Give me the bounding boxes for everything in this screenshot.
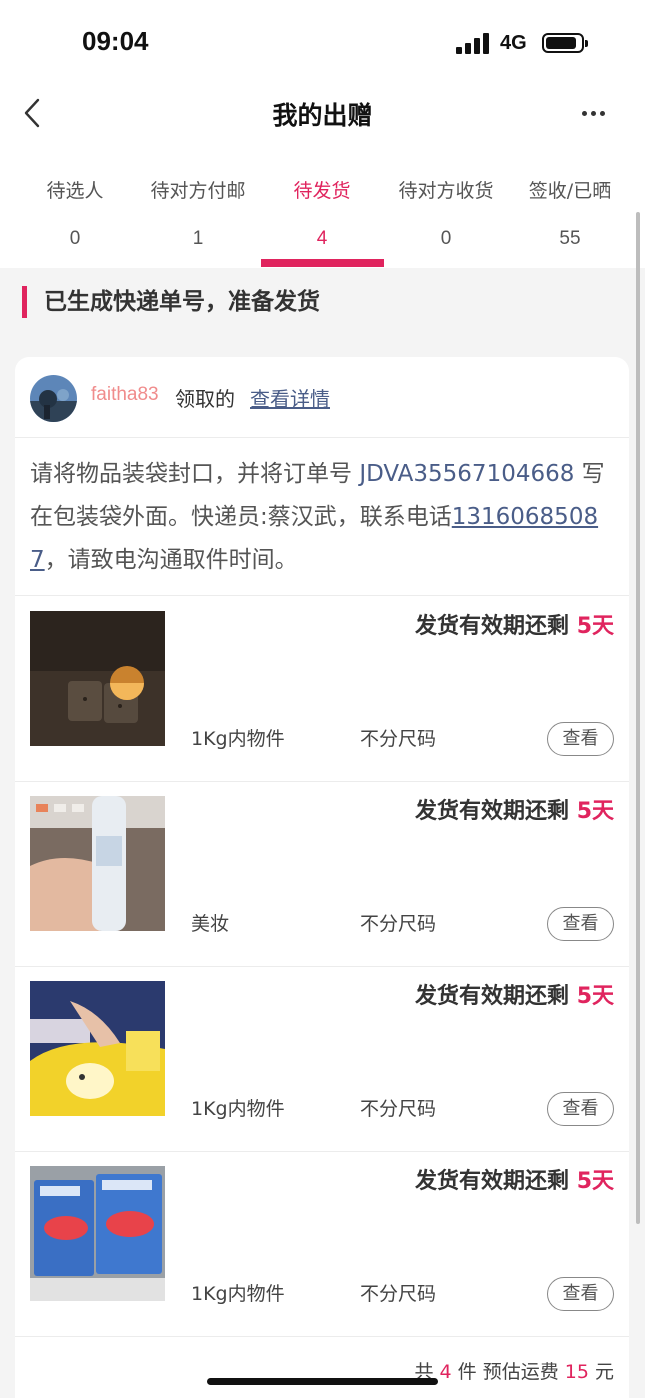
- page-title: 我的出赠: [272, 101, 373, 130]
- list-item: 发货有效期还剩 5天 1Kg内物件 不分尺码 查看: [15, 1151, 629, 1337]
- list-item: 发货有效期还剩 5天 1Kg内物件 不分尺码 查看: [15, 596, 629, 782]
- view-button[interactable]: 查看: [547, 1277, 614, 1311]
- shipping-deadline: 发货有效期还剩 5天: [415, 1169, 614, 1194]
- list-item: 发货有效期还剩 5天 美妆 不分尺码 查看: [15, 781, 629, 967]
- item-thumbnail[interactable]: [30, 981, 165, 1116]
- tab-pending-postage[interactable]: 待对方付邮 1: [138, 178, 258, 252]
- item-size: 不分尺码: [360, 1283, 437, 1305]
- active-tab-indicator: [261, 259, 384, 267]
- view-button[interactable]: 查看: [547, 1092, 614, 1126]
- shipping-deadline: 发货有效期还剩 5天: [415, 614, 614, 639]
- claimer-username[interactable]: faitha83: [91, 384, 159, 406]
- view-button[interactable]: 查看: [547, 722, 614, 756]
- item-category: 1Kg内物件: [191, 728, 285, 750]
- tab-pending-shipment[interactable]: 待发货 4: [272, 178, 372, 252]
- scrollbar[interactable]: [636, 212, 640, 1224]
- item-size: 不分尺码: [360, 1098, 437, 1120]
- notice-suffix: ，请致电沟通取件时间。: [44, 547, 298, 573]
- deadline-days: 5天: [576, 799, 614, 824]
- tab-pending-receipt[interactable]: 待对方收货 0: [385, 178, 507, 252]
- tab-label: 待发货: [293, 180, 351, 202]
- item-count: 4: [439, 1361, 452, 1383]
- order-card: faitha83 领取的 查看详情 请将物品装袋封口，并将订单号 JDVA355…: [15, 357, 629, 1398]
- shipping-fee: 15: [564, 1361, 589, 1383]
- item-category: 1Kg内物件: [191, 1098, 285, 1120]
- list-item: 发货有效期还剩 5天 1Kg内物件 不分尺码 查看: [15, 966, 629, 1152]
- view-details-link[interactable]: 查看详情: [250, 383, 330, 412]
- tab-count: 1: [192, 228, 204, 249]
- item-size: 不分尺码: [360, 913, 437, 935]
- item-thumbnail[interactable]: [30, 1166, 165, 1301]
- claimer-row: faitha83 领取的 查看详情: [15, 357, 629, 438]
- section-title: 已生成快递单号，准备发货: [44, 289, 320, 315]
- battery-icon: [542, 33, 588, 53]
- shipping-deadline: 发货有效期还剩 5天: [415, 984, 614, 1009]
- shipping-instructions: 请将物品装袋封口，并将订单号 JDVA35567104668 写在包装袋外面。快…: [30, 453, 620, 582]
- section-accent-bar: [22, 286, 27, 318]
- item-thumbnail[interactable]: [30, 796, 165, 931]
- tab-signed-shared[interactable]: 签收/已晒 55: [518, 178, 622, 252]
- home-indicator[interactable]: [207, 1378, 438, 1385]
- status-time: 09:04: [82, 26, 149, 56]
- avatar[interactable]: [30, 375, 77, 422]
- tab-label: 待选人: [46, 180, 104, 202]
- tab-pending-select[interactable]: 待选人 0: [25, 178, 125, 252]
- view-button[interactable]: 查看: [547, 907, 614, 941]
- network-type: 4G: [500, 32, 527, 54]
- item-category: 1Kg内物件: [191, 1283, 285, 1305]
- tab-count: 55: [559, 228, 581, 249]
- shipping-deadline: 发货有效期还剩 5天: [415, 799, 614, 824]
- tab-label: 待对方收货: [398, 180, 494, 202]
- tab-label: 签收/已晒: [528, 180, 612, 202]
- item-category: 美妆: [191, 913, 230, 935]
- order-summary: 共 4 件 预估运费 15 元: [414, 1361, 615, 1383]
- notice-prefix: 请将物品装袋封口，并将订单号: [30, 461, 360, 487]
- deadline-days: 5天: [576, 614, 614, 639]
- more-icon[interactable]: [578, 104, 610, 122]
- deadline-days: 5天: [576, 984, 614, 1009]
- item-thumbnail[interactable]: [30, 611, 165, 746]
- claimed-label: 领取的: [175, 387, 235, 411]
- item-size: 不分尺码: [360, 728, 437, 750]
- tab-label: 待对方付邮: [150, 180, 246, 202]
- deadline-days: 5天: [576, 1169, 614, 1194]
- tab-count: 0: [440, 228, 452, 249]
- tracking-code[interactable]: JDVA35567104668: [359, 461, 574, 487]
- tab-count: 0: [69, 228, 81, 249]
- top-bar: 09:04 4G 我的出赠 待选人 0 待对方付邮 1 待发货 4 待对方收货 …: [0, 0, 645, 268]
- tab-count: 4: [316, 228, 328, 249]
- signal-icon: [456, 32, 492, 54]
